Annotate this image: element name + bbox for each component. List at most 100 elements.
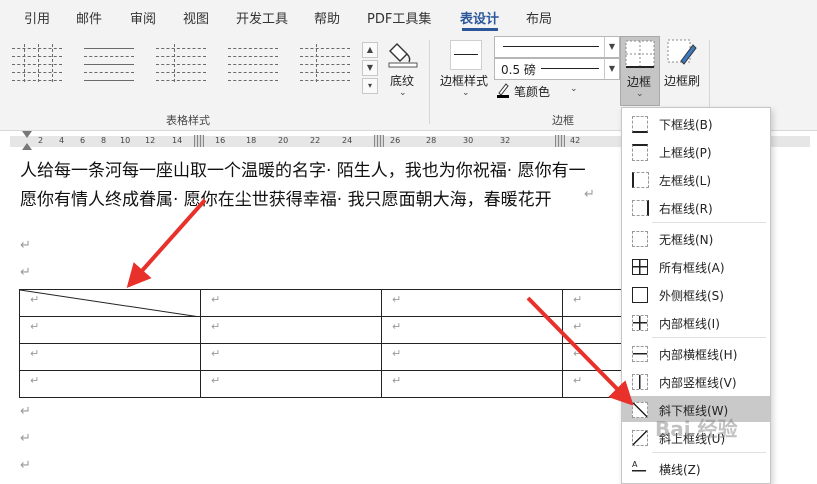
ruler-tick-label: 12 (145, 136, 156, 145)
cell-end-mark: ↵ (573, 374, 583, 387)
tab-developer[interactable]: 开发工具 (236, 8, 288, 27)
chevron-down-icon[interactable]: ▼ (604, 59, 619, 79)
table-style-thumbnail[interactable] (296, 42, 354, 88)
hanging-indent-marker[interactable] (22, 143, 32, 150)
menu-item-horizontal-line[interactable]: A 横线(Z) (622, 455, 770, 481)
borders-button[interactable]: 边框 ⌄ (620, 36, 660, 106)
horizontal-line-icon: A (632, 461, 646, 475)
cell-end-mark: ↵ (392, 374, 402, 387)
menu-item-all-borders[interactable]: 所有框线(A) (622, 253, 770, 279)
paragraph-mark: ↵ (20, 431, 31, 446)
table-cell[interactable]: ↵ (381, 370, 563, 398)
menu-item-label: 内部横框线(H) (659, 348, 738, 362)
ruler-tick-label: 30 (463, 136, 474, 145)
menu-item-top-border[interactable]: 上框线(P) (622, 138, 770, 164)
table-cell[interactable]: ↵ (381, 316, 563, 344)
ruler-tick-label: 18 (246, 136, 257, 145)
paragraph-mark: ↵ (20, 458, 31, 473)
border-styles-button[interactable]: 边框样式 ⌄ (438, 36, 494, 104)
gallery-scroll-down-button[interactable]: ▼ (362, 60, 378, 76)
tab-references[interactable]: 引用 (24, 8, 50, 27)
menu-item-bottom-border[interactable]: 下框线(B) (622, 110, 770, 136)
chevron-down-icon: ⌄ (570, 84, 578, 94)
column-marker[interactable] (374, 135, 384, 147)
group-separator (429, 40, 430, 124)
border-painter-button[interactable]: 边框刷 (662, 36, 702, 92)
table-cell[interactable]: ↵ (19, 343, 201, 371)
ruler-tick-label: 10 (120, 136, 131, 145)
diagonal-up-border-icon (632, 430, 648, 446)
menu-item-left-border[interactable]: 左框线(L) (622, 166, 770, 192)
cell-end-mark: ↵ (30, 320, 40, 333)
inside-borders-icon (632, 315, 648, 331)
table-cell[interactable]: ↵ (19, 316, 201, 344)
tab-layout[interactable]: 布局 (526, 8, 552, 27)
tab-table-design[interactable]: 表设计 (460, 8, 499, 27)
column-marker[interactable] (194, 135, 204, 147)
paragraph-mark: ↵ (20, 265, 31, 280)
table-style-thumbnail[interactable] (152, 42, 210, 88)
ruler-tick-label: 4 (59, 136, 65, 145)
ruler-tick-label: 6 (80, 136, 86, 145)
diagonal-down-border-icon (632, 402, 648, 418)
borders-group-label: 边框 (552, 114, 574, 127)
first-line-indent-marker[interactable] (22, 131, 32, 138)
chevron-down-icon[interactable]: ▼ (604, 37, 619, 57)
document-text-line[interactable]: 愿你有情人终成眷属· 愿你在尘世获得幸福· 我只愿面朝大海，春暖花开 (20, 185, 552, 210)
tab-view[interactable]: 视图 (183, 8, 209, 27)
shading-label: 底纹 (390, 74, 415, 88)
cell-end-mark: ↵ (211, 320, 221, 333)
menu-separator (652, 222, 766, 223)
menu-item-label: 所有框线(A) (659, 261, 725, 275)
gallery-scroll-up-button[interactable]: ▲ (362, 42, 378, 58)
active-tab-indicator (462, 28, 498, 31)
menu-item-inside-vertical-border[interactable]: 内部竖框线(V) (622, 368, 770, 394)
menu-item-label: 内部框线(I) (659, 317, 720, 331)
table-cell[interactable]: ↵ (200, 370, 382, 398)
table-cell[interactable]: ↵ (200, 343, 382, 371)
watermark: Bai 经验 (655, 417, 738, 441)
line-style-select[interactable]: ▼ (494, 36, 620, 58)
table-cell[interactable]: ↵ (200, 316, 382, 344)
all-borders-icon (632, 259, 648, 275)
pen-color-label: 笔颜色 (514, 85, 551, 99)
column-marker[interactable] (555, 135, 565, 147)
ruler-tick-label: 8 (101, 136, 107, 145)
line-weight-value: 0.5 磅 (501, 63, 536, 77)
ruler-tick-label: 20 (278, 136, 289, 145)
pen-color-button[interactable]: 笔颜色 ⌄ (494, 82, 614, 100)
line-weight-select[interactable]: 0.5 磅 ▼ (494, 58, 620, 80)
menu-separator (652, 452, 766, 453)
menu-item-right-border[interactable]: 右框线(R) (622, 194, 770, 220)
tab-review[interactable]: 审阅 (130, 8, 156, 27)
chevron-down-icon: ⌄ (399, 88, 407, 98)
menu-item-outside-borders[interactable]: 外侧框线(S) (622, 281, 770, 307)
tab-pdf-tools[interactable]: PDF工具集 (367, 8, 431, 27)
table-cell[interactable]: ↵ (381, 289, 563, 317)
cell-end-mark: ↵ (30, 293, 40, 306)
menu-item-inside-horizontal-border[interactable]: 内部横框线(H) (622, 340, 770, 366)
table-style-thumbnail[interactable] (224, 42, 282, 88)
border-painter-icon (667, 39, 697, 65)
cell-end-mark: ↵ (30, 374, 40, 387)
no-border-icon (632, 231, 648, 247)
shading-button[interactable]: 底纹 ⌄ (384, 36, 424, 100)
pen-icon (497, 83, 509, 98)
cell-end-mark: ↵ (211, 374, 221, 387)
menu-item-inside-borders[interactable]: 内部框线(I) (622, 309, 770, 335)
table-style-thumbnail[interactable] (8, 42, 66, 88)
table-cell[interactable]: ↵ (381, 343, 563, 371)
gallery-more-button[interactable]: ▾ (362, 78, 378, 94)
ruler-tick-label: 32 (500, 136, 511, 145)
table-cell-diagonal[interactable]: ↵ (19, 289, 201, 317)
table-style-thumbnail[interactable] (80, 42, 138, 88)
cell-end-mark: ↵ (211, 347, 221, 360)
document-text-line[interactable]: 人给每一条河每一座山取一个温暖的名字· 陌生人，我也为你祝福· 愿你有一 (20, 156, 586, 181)
tab-mailings[interactable]: 邮件 (76, 8, 102, 27)
table-cell[interactable]: ↵ (200, 289, 382, 317)
menu-item-label: 右框线(R) (659, 202, 713, 216)
inside-horizontal-border-icon (632, 346, 648, 362)
table-cell[interactable]: ↵ (19, 370, 201, 398)
tab-help[interactable]: 帮助 (314, 8, 340, 27)
menu-item-no-border[interactable]: 无框线(N) (622, 225, 770, 251)
